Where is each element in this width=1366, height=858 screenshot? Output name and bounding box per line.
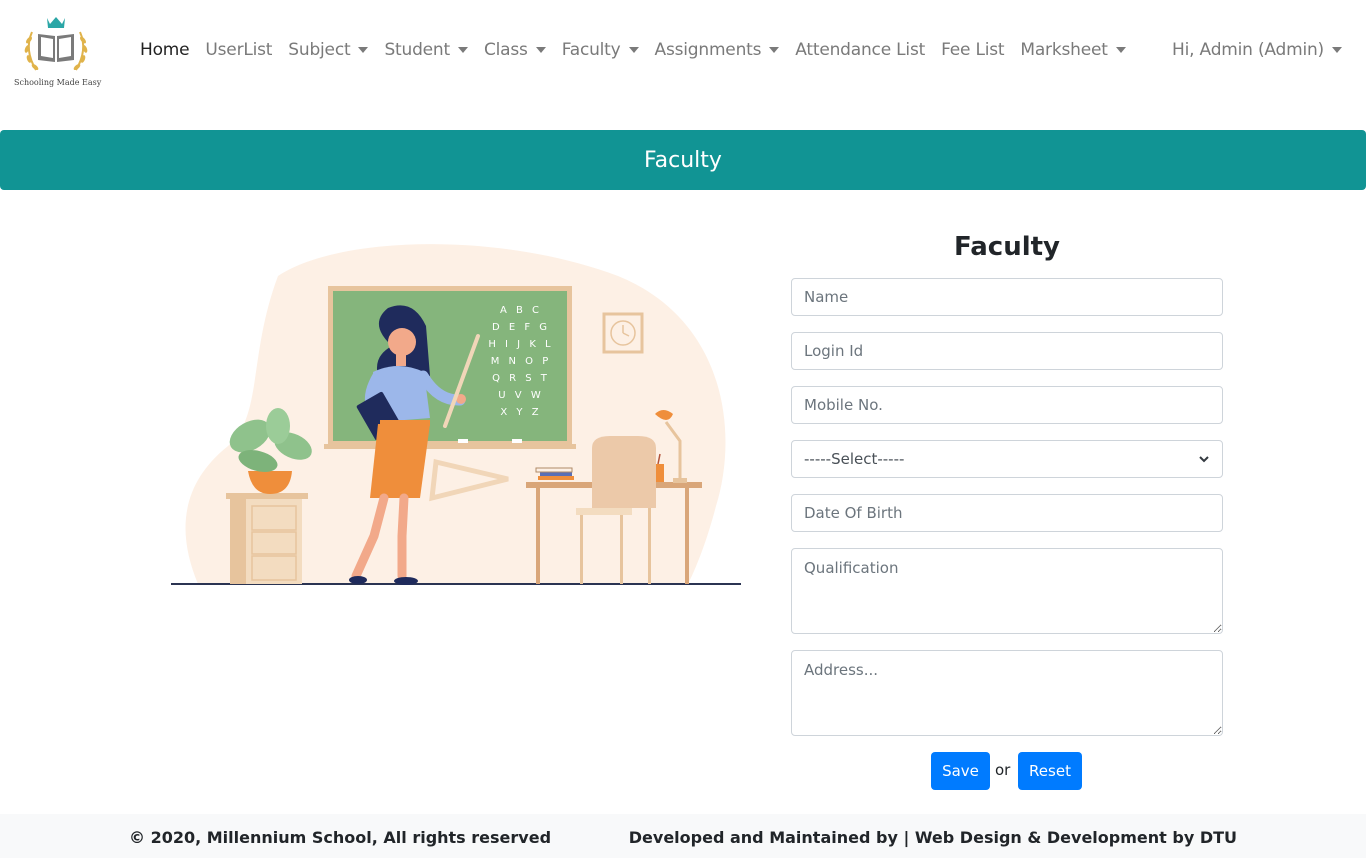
reset-button[interactable]: Reset [1018,752,1082,790]
mobile-input[interactable] [791,386,1223,424]
board-letters-row: D E F G [492,322,550,333]
save-button[interactable]: Save [931,752,990,790]
or-separator: or [995,761,1011,779]
teacher-classroom-illustration: A B C D E F G H I J K L M N O P Q R S T … [171,244,741,585]
footer: © 2020, Millennium School, All rights re… [0,814,1366,858]
name-input[interactable] [791,278,1223,316]
nav-item-fee-list[interactable]: Fee List [941,40,1004,60]
user-menu-label: Hi, Admin (Admin) [1172,40,1324,60]
nav-item-assignments[interactable]: Assignments [655,40,780,60]
board-letters-row: M N O P [491,356,552,367]
chevron-down-icon [1199,456,1209,463]
caret-down-icon [628,47,639,53]
dob-input[interactable] [791,494,1223,532]
form-title: Faculty [954,232,1060,262]
footer-credits: Developed and Maintained by | Web Design… [628,828,1237,847]
qualification-textarea[interactable] [791,548,1223,634]
nav-item-attendance-list[interactable]: Attendance List [795,40,925,60]
footer-copyright: © 2020, Millennium School, All rights re… [129,828,552,847]
caret-down-icon [358,47,369,53]
school-logo[interactable]: Schooling Made Easy [14,14,102,92]
open-book-crown-laurel-icon [24,17,88,71]
caret-down-icon [769,47,780,53]
nav-item-marksheet[interactable]: Marksheet [1020,40,1126,60]
caret-down-icon [535,47,546,53]
nav-item-subject[interactable]: Subject [288,40,369,60]
main-nav: Home UserList Subject Student Class Facu… [140,40,1142,60]
user-menu[interactable]: Hi, Admin (Admin) [1172,40,1342,60]
login-id-input[interactable] [791,332,1223,370]
caret-down-icon [1115,47,1126,53]
board-letters-row: Q R S T [492,373,550,384]
board-letters-row: H I J K L [488,339,553,350]
board-letters-row: U V W [498,390,543,401]
page-banner: Faculty [0,130,1366,190]
board-letters-row: A B C [500,305,542,316]
caret-down-icon [457,47,468,53]
caret-down-icon [1332,47,1342,53]
banner-title: Faculty [644,147,722,173]
select-value: -----Select----- [804,450,905,468]
logo-tagline: Schooling Made Easy [14,78,102,87]
navbar: Schooling Made Easy Home UserList Subjec… [0,0,1366,110]
board-letters-row: X Y Z [500,407,541,418]
nav-item-faculty[interactable]: Faculty [562,40,639,60]
nav-item-class[interactable]: Class [484,40,546,60]
nav-item-student[interactable]: Student [384,40,468,60]
address-textarea[interactable] [791,650,1223,736]
class-select[interactable]: -----Select----- [791,440,1223,478]
nav-item-userlist[interactable]: UserList [205,40,272,60]
nav-item-home[interactable]: Home [140,40,190,60]
